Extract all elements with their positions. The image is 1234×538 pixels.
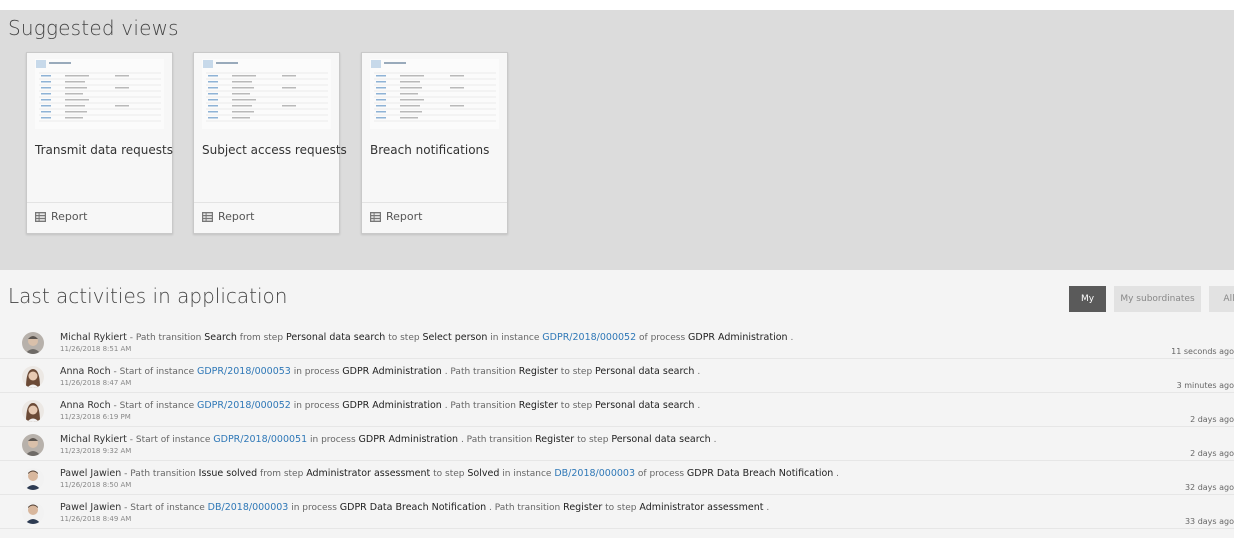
activity-date: 11/26/2018 8:50 AM [60,481,132,489]
user-avatar [22,434,44,456]
suggested-views-panel: Suggested views Transmit data requests R… [0,10,1234,270]
view-tile-transmit-data-requests[interactable]: Transmit data requests Report [26,52,173,234]
last-activities-panel: Last activities in application My My sub… [0,270,1234,538]
activity-relative-time: 32 days ago [1184,483,1234,492]
instance-link[interactable]: GDPR/2018/000052 [197,400,291,411]
tile-footer-label: Report [51,210,88,223]
activity-relative-time: 3 minutes ago [1176,381,1234,390]
tile-footer: Report [362,202,507,233]
activity-row: Michal Rykiert - Path transition Search … [0,329,1234,359]
tile-title: Transmit data requests [35,143,173,157]
suggested-views-title: Suggested views [8,16,179,40]
last-activities-title: Last activities in application [8,284,288,308]
activity-text: Michal Rykiert - Start of instance GDPR/… [60,434,717,445]
view-tile-subject-access-requests[interactable]: Subject access requests Report [193,52,347,234]
filter-my-subordinates-button[interactable]: My subordinates [1114,286,1201,312]
filter-my-button[interactable]: My [1069,286,1106,312]
activity-text: Anna Roch - Start of instance GDPR/2018/… [60,366,701,377]
tile-footer: Report [27,202,172,233]
instance-link[interactable]: GDPR/2018/000052 [542,332,636,343]
user-avatar [22,332,44,354]
tile-footer-label: Report [386,210,423,223]
user-avatar [22,400,44,422]
activity-text: Michal Rykiert - Path transition Search … [60,332,794,343]
activity-row: Pawel Jawien - Start of instance DB/2018… [0,499,1234,529]
table-icon [202,212,213,222]
activity-user[interactable]: Pawel Jawien [60,502,121,513]
activity-relative-time: 2 days ago [1190,415,1234,424]
user-avatar [22,366,44,388]
instance-link[interactable]: GDPR/2018/000051 [213,434,307,445]
activity-user[interactable]: Anna Roch [60,400,111,411]
activity-text: Pawel Jawien - Path transition Issue sol… [60,468,840,479]
report-thumbnail [370,59,499,129]
activity-text: Anna Roch - Start of instance GDPR/2018/… [60,400,701,411]
activity-relative-time: 33 days ago [1184,517,1234,526]
activity-row: Anna Roch - Start of instance GDPR/2018/… [0,397,1234,427]
activity-row: Anna Roch - Start of instance GDPR/2018/… [0,363,1234,393]
activity-user[interactable]: Michal Rykiert [60,332,127,343]
report-thumbnail [202,59,331,129]
activity-date: 11/23/2018 9:32 AM [60,447,132,455]
user-avatar [22,502,44,524]
instance-link[interactable]: DB/2018/000003 [554,468,635,479]
report-thumbnail [35,59,164,129]
activity-user[interactable]: Pawel Jawien [60,468,121,479]
activity-date: 11/26/2018 8:51 AM [60,345,132,353]
instance-link[interactable]: GDPR/2018/000053 [197,366,291,377]
instance-link[interactable]: DB/2018/000003 [208,502,289,513]
activity-date: 11/26/2018 8:47 AM [60,379,132,387]
activity-row: Michal Rykiert - Start of instance GDPR/… [0,431,1234,461]
activity-row: Pawel Jawien - Path transition Issue sol… [0,465,1234,495]
tile-title: Breach notifications [370,143,490,157]
activity-date: 11/23/2018 6:19 PM [60,413,131,421]
tile-footer: Report [194,202,339,233]
activity-relative-time: 11 seconds ago [1171,347,1234,356]
table-icon [35,212,46,222]
table-icon [370,212,381,222]
tile-footer-label: Report [218,210,255,223]
tile-title: Subject access requests [202,143,347,157]
activity-relative-time: 2 days ago [1190,449,1234,458]
activity-text: Pawel Jawien - Start of instance DB/2018… [60,502,770,513]
activity-user[interactable]: Anna Roch [60,366,111,377]
user-avatar [22,468,44,490]
activity-date: 11/26/2018 8:49 AM [60,515,132,523]
filter-all-button[interactable]: All [1209,286,1234,312]
view-tile-breach-notifications[interactable]: Breach notifications Report [361,52,508,234]
activity-user[interactable]: Michal Rykiert [60,434,127,445]
